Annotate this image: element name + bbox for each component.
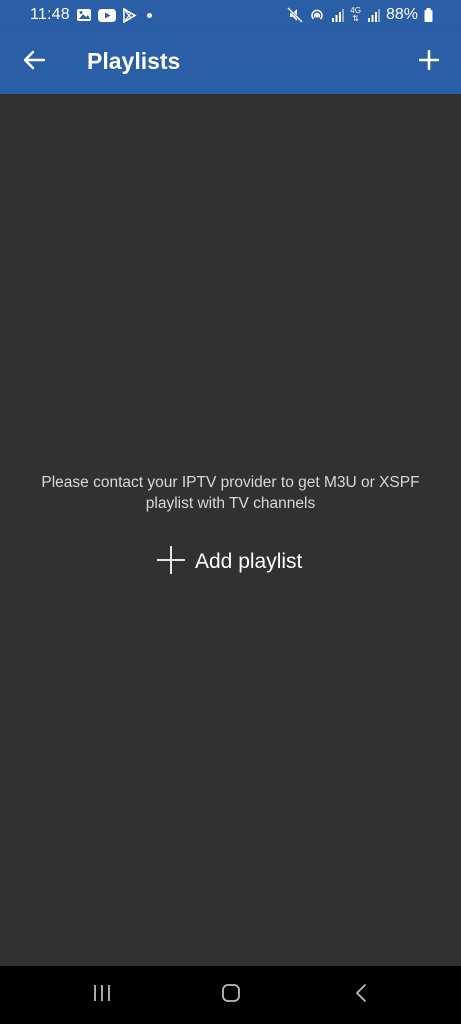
notification-dot-icon <box>146 12 152 18</box>
status-bar: 11:48 4G ⇅ 88% <box>0 0 461 30</box>
battery-percent: 88% <box>385 6 418 23</box>
plus-icon <box>155 544 187 581</box>
hotspot-icon <box>309 7 325 23</box>
playlist-list-empty: Please contact your IPTV provider to get… <box>0 94 461 966</box>
add-playlist-label: Add playlist <box>195 550 303 573</box>
youtube-icon <box>97 8 116 22</box>
recent-apps-icon <box>92 984 112 1007</box>
data-arrows-icon: ⇅ <box>352 14 359 23</box>
recent-apps-button[interactable] <box>88 983 116 1007</box>
nav-back-button[interactable] <box>347 983 375 1007</box>
battery-icon <box>424 8 433 22</box>
plus-icon <box>418 49 440 75</box>
back-icon <box>354 983 368 1008</box>
home-icon <box>221 983 241 1008</box>
signal-icon <box>331 8 345 22</box>
mute-icon <box>287 7 304 23</box>
add-playlist-button[interactable]: Add playlist <box>155 544 302 580</box>
play-store-icon <box>122 7 137 23</box>
add-button[interactable] <box>413 46 445 78</box>
signal-icon <box>367 8 380 22</box>
app-bar: Playlists <box>0 30 461 94</box>
empty-state-message: Please contact your IPTV provider to get… <box>41 474 420 512</box>
home-button[interactable] <box>217 983 245 1007</box>
status-time: 11:48 <box>30 6 70 23</box>
system-nav-bar <box>0 966 461 1024</box>
page-title: Playlists <box>87 48 181 74</box>
network-type-label: 4G ⇅ <box>350 6 361 23</box>
status-left: 11:48 <box>30 6 152 24</box>
back-button[interactable] <box>18 46 50 78</box>
gallery-icon <box>76 8 92 22</box>
arrow-back-icon <box>23 50 46 75</box>
status-right: 4G ⇅ 88% <box>287 6 433 24</box>
